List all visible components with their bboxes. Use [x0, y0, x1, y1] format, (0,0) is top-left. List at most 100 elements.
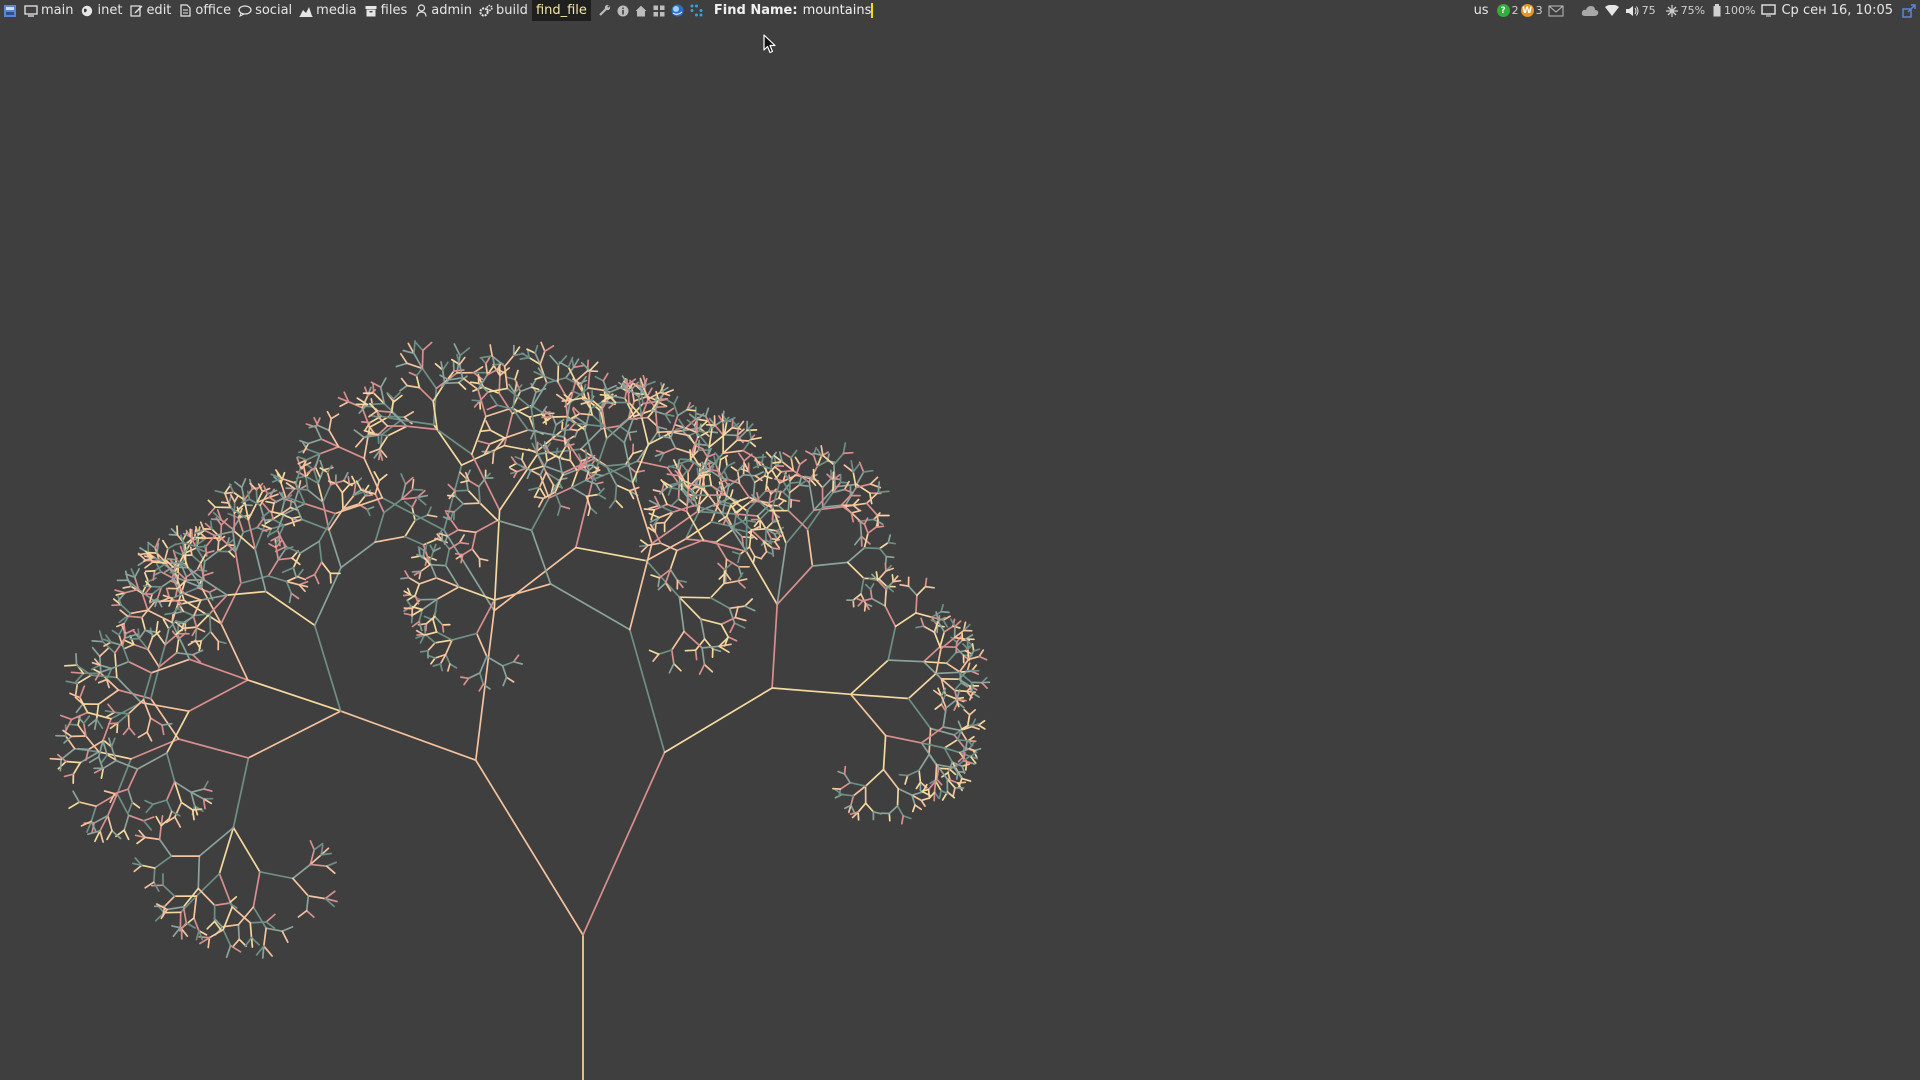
clock[interactable]: Ср сен 16, 10:05 [1781, 3, 1893, 18]
tree-branch [400, 419, 435, 426]
tree-branch [309, 863, 328, 868]
info-icon[interactable] [617, 4, 629, 18]
tree-branch [453, 502, 465, 513]
tree-branch [978, 655, 988, 661]
tree-branch [502, 676, 508, 687]
orange-notify-icon[interactable]: W [1520, 4, 1534, 17]
tree-branch [206, 920, 216, 930]
tree-branch [737, 420, 745, 429]
tree-branch [934, 703, 943, 710]
tree-branch [262, 502, 271, 513]
workspace-office[interactable]: office [175, 0, 235, 21]
tree-branch [473, 400, 481, 408]
tree-branch [158, 838, 173, 857]
find-prompt-input[interactable]: mountains [803, 3, 874, 18]
tree-branch [820, 445, 824, 457]
tree-branch [657, 576, 661, 588]
workspace-inet[interactable]: inet [77, 0, 126, 21]
tree-branch [366, 506, 375, 511]
keyboard-layout[interactable]: us [1474, 3, 1489, 18]
green-notify-icon[interactable]: ? [1496, 4, 1510, 17]
workspace-find-file[interactable]: find_file [531, 0, 591, 21]
tree-branch [480, 357, 487, 365]
workspace-edit[interactable]: edit [126, 0, 175, 21]
tree-branch [663, 447, 677, 454]
tree-branch [403, 411, 415, 419]
tree-branch [275, 546, 280, 561]
tree-branch [461, 548, 474, 556]
grid-icon[interactable] [653, 4, 665, 18]
cloud-icon[interactable] [1581, 4, 1599, 18]
tree-branch [122, 585, 132, 589]
tree-branch [337, 445, 366, 460]
wrench-icon[interactable] [598, 4, 611, 18]
tree-branch [281, 566, 295, 574]
wifi-icon[interactable] [1604, 4, 1619, 18]
tree-branch [529, 465, 545, 471]
tree-branch [264, 518, 275, 522]
session-icon[interactable] [1902, 3, 1916, 18]
mail-icon[interactable] [1548, 4, 1564, 18]
menu-icon[interactable] [3, 4, 17, 18]
tree-branch [288, 592, 293, 604]
tree-branch [977, 724, 986, 730]
tree-branch [672, 662, 682, 672]
workspace-build[interactable]: build [476, 0, 532, 21]
display-icon[interactable] [1761, 4, 1777, 18]
tree-branch [131, 801, 141, 809]
tree-branch [98, 647, 110, 658]
dots-app-icon[interactable] [690, 4, 703, 18]
tree-branch [849, 659, 890, 696]
tree-branch [519, 356, 530, 360]
gears-icon [479, 4, 493, 18]
tree-branch [95, 718, 104, 730]
tree-branch [256, 518, 264, 529]
tree-branch [224, 491, 235, 495]
tree-branch [320, 561, 332, 575]
tree-branch [878, 541, 890, 550]
workspace-media[interactable]: media [296, 0, 361, 21]
tree-branch [877, 490, 890, 494]
workspace-admin[interactable]: admin [411, 0, 476, 21]
tree-branch [948, 768, 957, 776]
tree-branch [165, 752, 176, 783]
tree-branch [858, 461, 865, 473]
tree-branch [924, 577, 928, 588]
tree-branch [885, 555, 895, 559]
tree-branch [190, 788, 205, 794]
tree-branch [697, 503, 701, 514]
tree-branch [627, 416, 649, 420]
tree-branch [270, 511, 275, 521]
tree-branch [75, 652, 78, 666]
workspace-main[interactable]: main [21, 0, 77, 21]
brightness-icon[interactable] [1665, 4, 1678, 18]
workspace-files[interactable]: files [361, 0, 412, 21]
tree-branch [631, 388, 635, 402]
tree-branch [95, 703, 100, 721]
tree-branch [404, 476, 414, 485]
workspace-social[interactable]: social [235, 0, 296, 21]
brightness-value: 75% [1680, 4, 1706, 17]
tree-branch [92, 668, 101, 674]
tree-branch [852, 463, 861, 473]
tree-branch [496, 519, 533, 532]
tree-branch [650, 409, 666, 416]
tree-branch [407, 576, 421, 585]
tree-branch [698, 473, 711, 477]
tree-branch [627, 388, 630, 404]
globe-app-icon[interactable] [671, 4, 684, 18]
tree-branch [966, 662, 971, 672]
tree-branch [723, 568, 726, 585]
tree-branch [430, 657, 436, 665]
battery-icon[interactable] [1713, 4, 1721, 18]
panel-left: main inet edit office social media files admin b… [0, 0, 874, 21]
home-icon[interactable] [635, 4, 647, 18]
tree-branch [146, 609, 173, 624]
tree-branch [426, 506, 432, 516]
tree-branch [557, 364, 560, 383]
tree-branch [605, 463, 627, 467]
speaker-icon[interactable] [1625, 4, 1639, 18]
tree-branch [698, 423, 702, 432]
tree-branch [267, 558, 280, 577]
tree-branch [765, 521, 774, 530]
